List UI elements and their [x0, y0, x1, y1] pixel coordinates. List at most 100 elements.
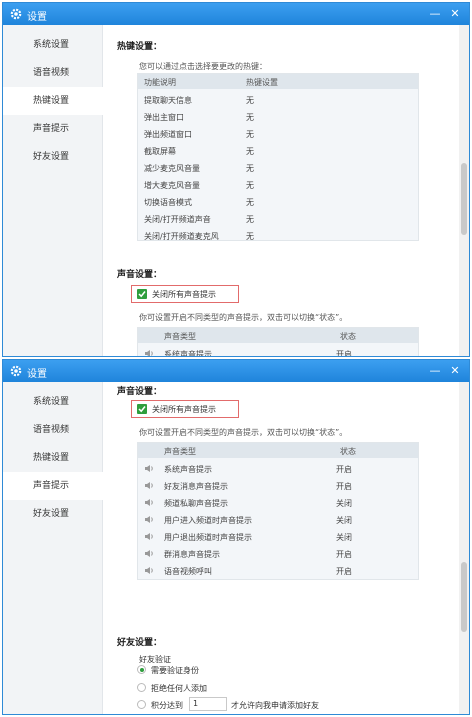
table-header: 功能说明 热键设置 [138, 74, 418, 89]
table-row[interactable]: 系统声音提示 开启 [138, 460, 418, 477]
window-title: 设置 [27, 369, 47, 380]
speaker-icon [145, 465, 153, 472]
radio-reject-all[interactable] [137, 683, 146, 692]
sidebar-item-voice-video[interactable]: 语音视频 [3, 416, 103, 444]
speaker-icon [145, 516, 153, 523]
content-panel: 声音设置： 关闭所有声音提示 你可设置开启不同类型的声音提示，双击可以切换“状态… [103, 382, 459, 714]
sound-status: 开启 [336, 550, 352, 559]
mute-all-checkbox[interactable] [137, 289, 147, 299]
hotkey-label: 提取聊天信息 [144, 96, 192, 105]
hotkey-label: 截取屏幕 [144, 147, 176, 156]
mute-all-label: 关闭所有声音提示 [152, 290, 216, 299]
radio-points-threshold[interactable] [137, 700, 146, 709]
option-points-label: 积分达到 [151, 701, 183, 710]
sound-table: 声音类型 状态 系统声音提示 开启 [137, 327, 419, 356]
column-header-status: 状态 [340, 447, 356, 456]
table-row[interactable]: 好友消息声音提示 开启 [138, 477, 418, 494]
table-row[interactable]: 关闭/打开频道声音 无 [138, 210, 418, 227]
title-bar[interactable]: 设置 — ✕ [3, 360, 469, 382]
table-row[interactable]: 用户退出频道时声音提示 关闭 [138, 528, 418, 545]
speaker-icon [145, 567, 153, 574]
column-header-type: 声音类型 [164, 332, 196, 341]
table-row[interactable]: 减少麦克风音量 无 [138, 159, 418, 176]
table-row[interactable]: 弹出频道窗口 无 [138, 125, 418, 142]
sound-status: 开启 [336, 567, 352, 576]
scrollbar[interactable] [459, 382, 469, 714]
settings-window-sound: 设置 — ✕ 系统设置 语音视频 热键设置 声音提示 好友设置 声音设置： 关闭… [2, 359, 470, 715]
hotkey-section-title: 热键设置： [117, 42, 163, 52]
sidebar-item-voice-video[interactable]: 语音视频 [3, 59, 103, 87]
sidebar-item-sound[interactable]: 声音提示 [3, 115, 103, 143]
sound-section-title: 声音设置： [117, 387, 163, 397]
table-row[interactable]: 增大麦克风音量 无 [138, 176, 418, 193]
sidebar-item-friends[interactable]: 好友设置 [3, 143, 103, 171]
speaker-icon [145, 482, 153, 489]
sidebar-item-friends[interactable]: 好友设置 [3, 500, 103, 528]
sidebar-item-hotkeys[interactable]: 热键设置 [3, 444, 103, 472]
title-bar[interactable]: 设置 — ✕ [3, 3, 469, 25]
hotkey-label: 关闭/打开频道麦克风 [144, 232, 219, 241]
sidebar-item-hotkeys[interactable]: 热键设置 [3, 87, 103, 115]
sound-section-title: 声音设置： [117, 270, 163, 280]
sidebar-item-system[interactable]: 系统设置 [3, 31, 103, 59]
hotkey-value: 无 [246, 164, 254, 173]
sidebar: 系统设置 语音视频 热键设置 声音提示 好友设置 [3, 25, 103, 356]
window-title: 设置 [27, 12, 47, 23]
radio-require-verify[interactable] [137, 665, 146, 674]
gear-icon [10, 365, 22, 377]
hotkey-value: 无 [246, 147, 254, 156]
table-header: 声音类型 状态 [138, 328, 418, 343]
table-row[interactable]: 截取屏幕 无 [138, 142, 418, 159]
sound-type-label: 语音视频呼叫 [164, 567, 212, 576]
hotkey-label: 关闭/打开频道声音 [144, 215, 211, 224]
sound-type-label: 用户退出频道时声音提示 [164, 533, 252, 542]
hotkey-value: 无 [246, 113, 254, 122]
mute-all-checkbox[interactable] [137, 404, 147, 414]
sidebar-item-system[interactable]: 系统设置 [3, 388, 103, 416]
hotkey-value: 无 [246, 181, 254, 190]
option-require-verify-label: 需要验证身份 [151, 666, 199, 675]
speaker-icon [145, 550, 153, 557]
table-row[interactable]: 群消息声音提示 开启 [138, 545, 418, 562]
settings-window-hotkeys: 设置 — ✕ 系统设置 语音视频 热键设置 声音提示 好友设置 热键设置： 您可… [2, 2, 470, 357]
sound-status: 开启 [336, 465, 352, 474]
table-row[interactable]: 提取聊天信息 无 [138, 91, 418, 108]
minimize-button[interactable]: — [427, 6, 443, 22]
table-row[interactable]: 弹出主窗口 无 [138, 108, 418, 125]
column-header-type: 声音类型 [164, 447, 196, 456]
content-panel: 热键设置： 您可以通过点击选择要更改的热键： 功能说明 热键设置 提取聊天信息无… [103, 25, 459, 356]
friends-section-title: 好友设置： [117, 638, 163, 648]
table-row[interactable]: 用户进入频道时声音提示 关闭 [138, 511, 418, 528]
option-reject-all-label: 拒绝任何人添加 [151, 684, 207, 693]
sound-status: 开启 [336, 482, 352, 491]
speaker-icon [145, 533, 153, 540]
hotkey-value: 无 [246, 96, 254, 105]
scrollbar[interactable] [459, 25, 469, 356]
column-header-setting: 热键设置 [246, 78, 278, 87]
sound-type-label: 系统声音提示 [164, 465, 212, 474]
sound-status: 关闭 [336, 516, 352, 525]
column-header-status: 状态 [340, 332, 356, 341]
table-row[interactable]: 频道私聊声音提示 关闭 [138, 494, 418, 511]
sound-type-label: 好友消息声音提示 [164, 482, 228, 491]
sound-status: 关闭 [336, 499, 352, 508]
hotkey-value: 无 [246, 215, 254, 224]
close-button[interactable]: ✕ [447, 6, 463, 22]
hotkey-label: 增大麦克风音量 [144, 181, 200, 190]
hotkey-label: 弹出主窗口 [144, 113, 184, 122]
scrollbar-thumb[interactable] [461, 163, 467, 235]
minimize-button[interactable]: — [427, 363, 443, 379]
sound-status: 关闭 [336, 533, 352, 542]
table-row[interactable]: 语音视频呼叫 开启 [138, 562, 418, 579]
close-button[interactable]: ✕ [447, 363, 463, 379]
table-header: 声音类型 状态 [138, 443, 418, 458]
sound-hint: 你可设置开启不同类型的声音提示，双击可以切换“状态”。 [139, 313, 348, 322]
table-row[interactable]: 关闭/打开频道麦克风 无 [138, 227, 418, 244]
points-input[interactable]: 1 [189, 697, 227, 711]
table-row[interactable]: 切换语音模式 无 [138, 193, 418, 210]
table-row[interactable]: 系统声音提示 开启 [138, 345, 418, 356]
scrollbar-thumb[interactable] [461, 562, 467, 632]
column-header-function: 功能说明 [144, 78, 176, 87]
sidebar-item-sound[interactable]: 声音提示 [3, 472, 103, 500]
hotkey-label: 弹出频道窗口 [144, 130, 192, 139]
